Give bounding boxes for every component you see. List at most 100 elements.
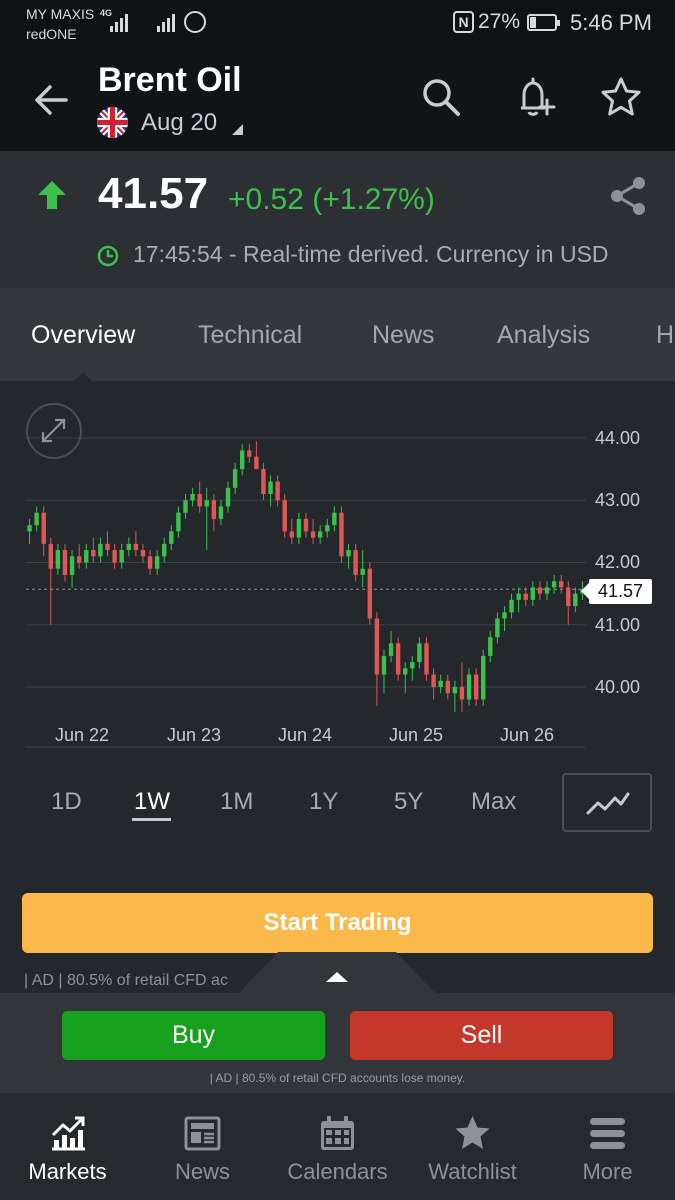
- candle-body: [289, 531, 295, 538]
- candle-body: [360, 568, 365, 575]
- range-1d[interactable]: 1D: [51, 788, 82, 816]
- candle-body: [325, 525, 330, 532]
- tab-news[interactable]: News: [372, 321, 435, 350]
- instrument-title: Brent Oil: [98, 61, 242, 99]
- candle-body: [317, 531, 323, 538]
- candle-body: [367, 568, 372, 619]
- buy-button[interactable]: Buy: [62, 1011, 325, 1060]
- candle-body: [346, 550, 351, 557]
- bottom-navigation: Markets News Calendars Watchlist More: [0, 1093, 675, 1200]
- nav-more[interactable]: More: [540, 1093, 675, 1200]
- status-time: 5:46 PM: [570, 10, 652, 35]
- candle-body: [204, 500, 209, 507]
- candle-body: [254, 456, 259, 470]
- candle-body: [403, 668, 408, 675]
- candle-body: [41, 512, 46, 544]
- realtime-note: 17:45:54 - Real-time derived. Currency i…: [133, 241, 609, 267]
- cfd-risk-disclaimer: | AD | 80.5% of retail CFD accounts lose…: [209, 1071, 466, 1085]
- fullscreen-button[interactable]: [26, 403, 82, 459]
- candle-body: [247, 450, 252, 457]
- candle-body: [488, 637, 493, 656]
- candle-body: [27, 525, 32, 532]
- nav-markets[interactable]: Markets: [0, 1093, 135, 1200]
- price-up-arrow-icon: [38, 181, 66, 209]
- candle-body: [381, 655, 387, 675]
- candle-body: [523, 593, 528, 600]
- nav-watchlist[interactable]: Watchlist: [405, 1093, 540, 1200]
- candle-body: [119, 550, 124, 563]
- nav-calendars[interactable]: Calendars: [270, 1093, 405, 1200]
- candle-body: [544, 587, 550, 594]
- candle-body: [240, 450, 245, 470]
- active-tab-pointer: [74, 372, 92, 381]
- carrier: MY MAXIS redONE: [26, 4, 94, 44]
- start-trading-button[interactable]: Start Trading: [22, 893, 653, 953]
- candle-body: [353, 550, 358, 575]
- tab-analysis[interactable]: Analysis: [497, 321, 590, 350]
- chart-canvas: [26, 437, 586, 748]
- quote-panel: 41.57 +0.52 (+1.27%) 17:45:54 - Real-tim…: [0, 151, 675, 288]
- y-tick-label: 43.00: [595, 490, 641, 510]
- back-arrow-icon[interactable]: [28, 76, 76, 124]
- candle-body: [296, 518, 302, 538]
- candle-body: [275, 481, 280, 501]
- candle-body: [374, 618, 380, 675]
- candle-body: [147, 556, 153, 569]
- line-chart-icon: [586, 792, 630, 815]
- add-alert-icon[interactable]: [512, 74, 558, 120]
- nav-news[interactable]: News: [135, 1093, 270, 1200]
- candle-body: [105, 543, 110, 551]
- candle-body: [445, 680, 450, 694]
- uk-flag-icon: [97, 107, 128, 138]
- x-tick-label: Jun 26: [500, 725, 555, 745]
- sell-button[interactable]: Sell: [350, 1011, 613, 1060]
- star-icon[interactable]: [598, 74, 644, 120]
- candle-body: [339, 512, 344, 557]
- trade-tray-toggle[interactable]: [238, 952, 436, 994]
- share-icon[interactable]: [608, 175, 648, 217]
- range-1w[interactable]: 1W: [134, 788, 170, 816]
- nav-label: Calendars: [287, 1159, 388, 1184]
- status-bar: MY MAXIS redONE 4G N 27% 5:46 PM: [0, 0, 675, 46]
- range-max[interactable]: Max: [471, 788, 516, 816]
- battery-percent: 27%: [478, 10, 521, 33]
- x-tick-label: Jun 23: [167, 725, 222, 745]
- candle-body: [410, 662, 415, 669]
- candle-body: [438, 680, 443, 687]
- candle-body: [154, 556, 160, 569]
- active-range-underline: [132, 818, 171, 821]
- candle-body: [282, 500, 287, 532]
- candle-body: [388, 643, 394, 656]
- candle-body: [566, 587, 571, 607]
- menu-icon: [590, 1118, 625, 1149]
- ad-disclaimer: | AD | 80.5% of retail CFD ac: [24, 972, 228, 989]
- range-1y[interactable]: 1Y: [309, 788, 338, 816]
- dropdown-caret-icon[interactable]: [232, 124, 243, 135]
- candle-body: [516, 593, 521, 600]
- contract-expiry[interactable]: Aug 20: [141, 109, 217, 137]
- candle-body: [140, 550, 146, 557]
- candle-body: [424, 643, 429, 675]
- markets-chart-icon: [51, 1116, 85, 1151]
- price-change: +0.52 (+1.27%): [228, 183, 435, 216]
- range-1m[interactable]: 1M: [220, 788, 253, 816]
- candle-body: [69, 556, 75, 575]
- candle-body: [190, 494, 195, 501]
- range-5y[interactable]: 5Y: [394, 788, 423, 816]
- tab-historical[interactable]: H: [656, 321, 674, 350]
- candle-body: [232, 469, 238, 488]
- calendar-icon: [321, 1116, 354, 1150]
- last-price: 41.57: [98, 169, 209, 218]
- nfc-icon: N: [453, 11, 474, 33]
- y-tick-label: 44.00: [595, 428, 641, 448]
- candle-body: [268, 481, 273, 495]
- candle-body: [98, 543, 103, 557]
- tab-technical[interactable]: Technical: [198, 321, 302, 350]
- tab-overview[interactable]: Overview: [31, 321, 135, 350]
- price-chart[interactable]: 44.00 43.00 42.00 41.00 40.00 Jun 22 Jun…: [0, 381, 675, 761]
- candle-body: [91, 550, 96, 557]
- carrier-name: MY MAXIS: [26, 6, 95, 22]
- search-icon[interactable]: [418, 74, 464, 120]
- chart-type-button[interactable]: [562, 773, 652, 832]
- x-tick-label: Jun 25: [389, 725, 444, 745]
